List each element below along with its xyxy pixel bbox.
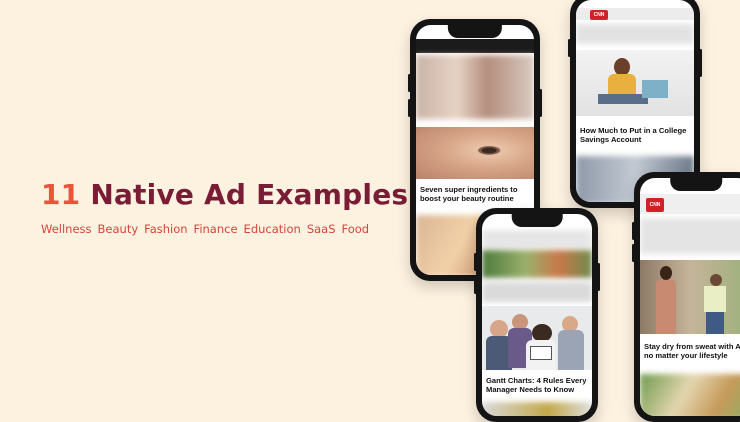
ad-image-team (482, 306, 592, 370)
headline-number: 11 (41, 178, 81, 211)
cnn-logo-icon: CNN (646, 198, 664, 212)
phone-notch (670, 178, 722, 191)
ad-caption-beauty: Seven super ingredients to boost your be… (420, 185, 518, 204)
category-list: Wellness Beauty Fashion Finance Educatio… (41, 222, 369, 236)
ad-caption-finance: How Much to Put in a College Savings Acc… (580, 126, 687, 145)
headline-title: Native Ad Examples (90, 178, 409, 211)
ad-caption-saas: Gantt Charts: 4 Rules Every Manager Need… (486, 376, 587, 395)
category-beauty: Beauty (97, 222, 139, 236)
category-saas: SaaS (306, 222, 336, 236)
blurred-text (640, 218, 740, 254)
phone-screen: Gantt Charts: 4 Rules Every Manager Need… (482, 214, 592, 416)
blurred-image (482, 250, 592, 278)
blurred-text (576, 24, 694, 44)
ad-image-eye (416, 127, 534, 179)
ad-caption-wellness: Stay dry from sweat with AI no matter yo… (644, 342, 740, 361)
headline: 11 Native Ad Examples (41, 178, 408, 211)
category-food: Food (341, 222, 370, 236)
category-finance: Finance (193, 222, 238, 236)
browser-bar (416, 39, 534, 53)
blurred-image (640, 374, 740, 416)
blurred-image (482, 402, 592, 416)
phone-screen: CNN Stay dry from sweat with AI no matte… (640, 178, 740, 416)
browser-bar (482, 230, 592, 248)
phone-notch (447, 25, 503, 38)
blurred-image (416, 55, 534, 119)
category-education: Education (243, 222, 301, 236)
blurred-text (482, 282, 592, 302)
category-wellness: Wellness (41, 222, 92, 236)
ad-image-runners (640, 260, 740, 334)
cnn-logo-icon: CNN (590, 10, 608, 20)
category-fashion: Fashion (144, 222, 188, 236)
ad-image-child (576, 50, 694, 116)
phone-mockup-wellness: CNN Stay dry from sweat with AI no matte… (632, 172, 740, 422)
phone-mockup-saas: Gantt Charts: 4 Rules Every Manager Need… (474, 208, 600, 422)
phone-notch (511, 214, 563, 227)
